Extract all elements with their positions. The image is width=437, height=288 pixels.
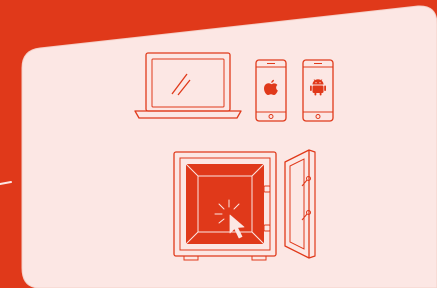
illustration (0, 0, 437, 288)
card-panel (21, 5, 437, 288)
